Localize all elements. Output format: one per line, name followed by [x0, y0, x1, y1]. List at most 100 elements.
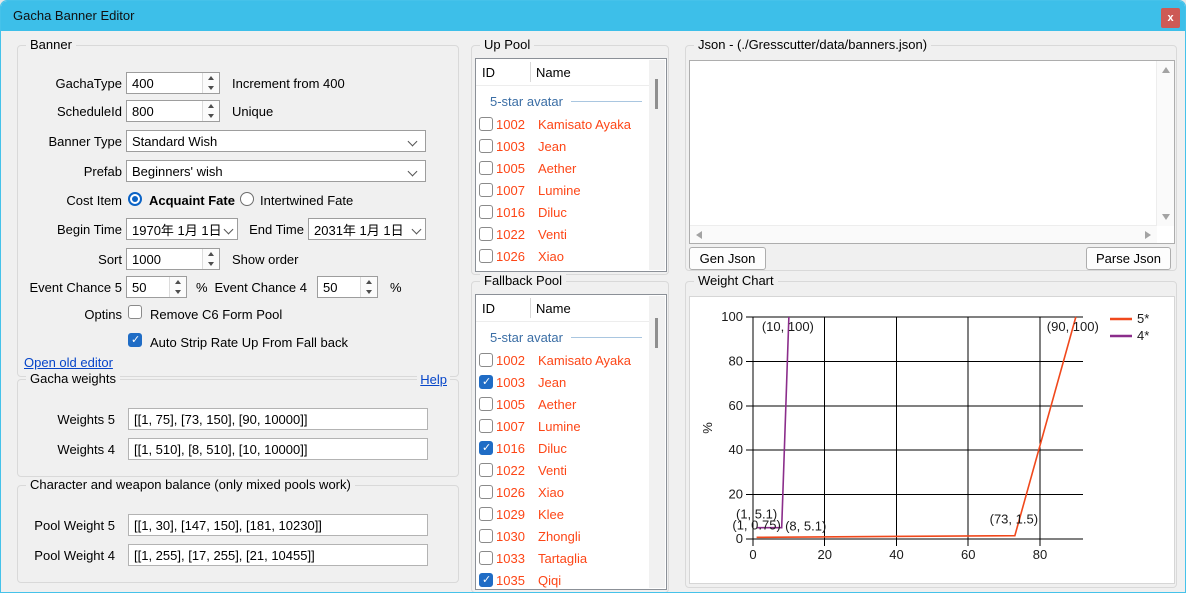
help-link[interactable]: Help: [417, 372, 450, 387]
row-id: 1003: [496, 375, 525, 390]
pool-row[interactable]: 1030Zhongli: [476, 526, 649, 548]
event-chance-4-input[interactable]: 50: [317, 276, 378, 298]
pool-row[interactable]: 1016Diluc: [476, 202, 649, 224]
pool-row[interactable]: 1007Lumine: [476, 416, 649, 438]
scroll-up-icon[interactable]: [1162, 67, 1170, 73]
spin-up-icon[interactable]: [361, 277, 377, 287]
title-bar[interactable]: Gacha Banner Editor x: [1, 1, 1185, 31]
scroll-left-icon[interactable]: [696, 231, 702, 239]
pool-row[interactable]: 1033Tartaglia: [476, 548, 649, 570]
spin-down-icon[interactable]: [170, 287, 186, 297]
pool-weight-4-input[interactable]: [[1, 255], [17, 255], [21, 10455]]: [128, 544, 428, 566]
vertical-scrollbar[interactable]: [1156, 61, 1174, 226]
pool-row[interactable]: 1022Venti: [476, 224, 649, 246]
scroll-right-icon[interactable]: [1145, 231, 1151, 239]
end-time-picker[interactable]: 2031年 1月 1日: [308, 218, 426, 240]
row-name: Xiao: [538, 249, 564, 264]
spin-up-icon[interactable]: [203, 101, 219, 111]
weights-5-input[interactable]: [[1, 75], [73, 150], [90, 10000]]: [128, 408, 428, 430]
scheduleid-spinner[interactable]: [202, 101, 219, 121]
row-checkbox[interactable]: [479, 205, 493, 219]
row-checkbox[interactable]: [479, 249, 493, 263]
intertwined-fate-radio[interactable]: [240, 192, 254, 206]
row-id: 1003: [496, 139, 525, 154]
pool-row[interactable]: 1005Aether: [476, 158, 649, 180]
row-id: 1007: [496, 183, 525, 198]
scheduleid-value: 800: [132, 104, 154, 119]
fallback-pool-list[interactable]: ID Name 5-star avatar 1002Kamisato Ayaka…: [475, 294, 667, 590]
spin-down-icon[interactable]: [361, 287, 377, 297]
horizontal-scrollbar[interactable]: [690, 225, 1157, 243]
auto-strip-checkbox[interactable]: [128, 333, 142, 347]
up-pool-list[interactable]: ID Name 5-star avatar 1002Kamisato Ayaka…: [475, 58, 667, 272]
pool-row[interactable]: 1003Jean: [476, 136, 649, 158]
parse-json-button[interactable]: Parse Json: [1086, 247, 1171, 270]
scheduleid-input[interactable]: 800: [126, 100, 220, 122]
spin-up-icon[interactable]: [203, 73, 219, 83]
chevron-down-icon: [408, 167, 418, 177]
spin-down-icon[interactable]: [203, 259, 219, 269]
row-checkbox[interactable]: [479, 353, 493, 367]
pool-row[interactable]: 1005Aether: [476, 394, 649, 416]
banner-type-combo[interactable]: Standard Wish: [126, 130, 426, 152]
scrollbar-track[interactable]: [649, 296, 665, 588]
spin-up-icon[interactable]: [170, 277, 186, 287]
row-checkbox[interactable]: [479, 573, 493, 587]
row-checkbox[interactable]: [479, 463, 493, 477]
row-checkbox[interactable]: [479, 529, 493, 543]
event-chance-5-input[interactable]: 50: [126, 276, 187, 298]
row-checkbox[interactable]: [479, 117, 493, 131]
pool-row[interactable]: 1007Lumine: [476, 180, 649, 202]
row-checkbox[interactable]: [479, 375, 493, 389]
cost-item-label: Cost Item: [18, 193, 122, 208]
pool-row[interactable]: 1016Diluc: [476, 438, 649, 460]
row-checkbox[interactable]: [479, 227, 493, 241]
scrollbar-thumb[interactable]: [655, 79, 658, 109]
json-textarea[interactable]: [689, 60, 1175, 244]
remove-c6-checkbox[interactable]: [128, 305, 142, 319]
spin-up-icon[interactable]: [203, 249, 219, 259]
sort-spinner[interactable]: [202, 249, 219, 269]
open-old-editor-link[interactable]: Open old editor: [24, 355, 113, 370]
scrollbar-track[interactable]: [649, 60, 665, 270]
pool-row[interactable]: 1003Jean: [476, 372, 649, 394]
weights-4-input[interactable]: [[1, 510], [8, 510], [10, 10000]]: [128, 438, 428, 460]
row-checkbox[interactable]: [479, 507, 493, 521]
event-chance-5-spinner[interactable]: [169, 277, 186, 297]
scroll-down-icon[interactable]: [1162, 214, 1170, 220]
acquaint-fate-radio[interactable]: [128, 192, 142, 206]
scrollbar-thumb[interactable]: [655, 318, 658, 348]
gachatype-input[interactable]: 400: [126, 72, 220, 94]
pool-row[interactable]: 1026Xiao: [476, 482, 649, 504]
row-checkbox[interactable]: [479, 161, 493, 175]
section-line: [571, 101, 642, 102]
pool-row[interactable]: 1026Xiao: [476, 246, 649, 268]
row-id: 1035: [496, 573, 525, 588]
pool-row[interactable]: 1022Venti: [476, 460, 649, 482]
pool-row[interactable]: 1029Klee: [476, 504, 649, 526]
row-checkbox[interactable]: [479, 139, 493, 153]
pool-row[interactable]: 1002Kamisato Ayaka: [476, 350, 649, 372]
gen-json-button[interactable]: Gen Json: [689, 247, 766, 270]
pool-weight-5-input[interactable]: [[1, 30], [147, 150], [181, 10230]]: [128, 514, 428, 536]
spin-down-icon[interactable]: [203, 83, 219, 93]
gachatype-spinner[interactable]: [202, 73, 219, 93]
pool-row[interactable]: 1002Kamisato Ayaka: [476, 114, 649, 136]
svg-text:4*: 4*: [1137, 328, 1149, 343]
row-checkbox[interactable]: [479, 551, 493, 565]
prefab-combo[interactable]: Beginners' wish: [126, 160, 426, 182]
sort-input[interactable]: 1000: [126, 248, 220, 270]
begin-time-value: 1970年 1月 1日: [132, 220, 222, 239]
pool-row[interactable]: 1035Qiqi: [476, 570, 649, 590]
row-name: Aether: [538, 161, 576, 176]
row-checkbox[interactable]: [479, 419, 493, 433]
event-chance-4-spinner[interactable]: [360, 277, 377, 297]
svg-text:40: 40: [729, 442, 743, 457]
row-checkbox[interactable]: [479, 183, 493, 197]
spin-down-icon[interactable]: [203, 111, 219, 121]
close-button[interactable]: x: [1161, 8, 1180, 28]
row-checkbox[interactable]: [479, 397, 493, 411]
row-checkbox[interactable]: [479, 441, 493, 455]
row-checkbox[interactable]: [479, 485, 493, 499]
balance-group: Character and weapon balance (only mixed…: [17, 485, 459, 583]
